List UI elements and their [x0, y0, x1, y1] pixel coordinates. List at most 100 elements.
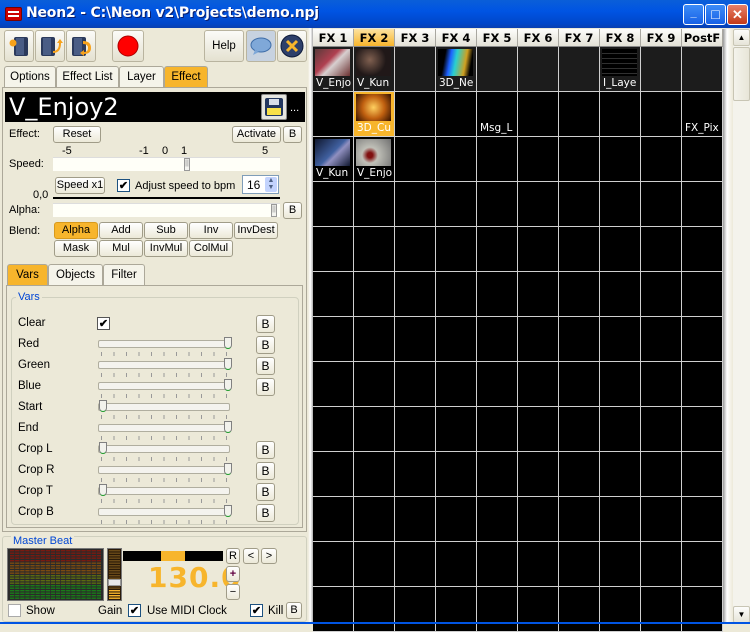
- scroll-thumb[interactable]: [733, 47, 750, 101]
- column-header[interactable]: FX 8: [600, 29, 641, 47]
- grid-cell[interactable]: [354, 497, 395, 542]
- grid-cell[interactable]: [682, 317, 723, 362]
- var-b-button[interactable]: B: [256, 483, 275, 501]
- subtab-vars[interactable]: Vars: [7, 264, 48, 285]
- kill-checkbox[interactable]: ✔: [250, 604, 263, 617]
- slider-thumb[interactable]: [224, 379, 232, 391]
- beat-reset-button[interactable]: R: [226, 548, 240, 564]
- var-slider-crop-t[interactable]: [98, 484, 230, 507]
- subtab-filter[interactable]: Filter: [103, 264, 145, 285]
- grid-cell[interactable]: [641, 47, 682, 92]
- grid-cell[interactable]: [600, 182, 641, 227]
- gain-slider-thumb[interactable]: [108, 579, 121, 586]
- grid-cell[interactable]: [395, 407, 436, 452]
- slider-thumb[interactable]: [224, 505, 232, 517]
- grid-cell[interactable]: [436, 362, 477, 407]
- grid-cell[interactable]: [641, 272, 682, 317]
- var-checkbox-clear[interactable]: ✔: [97, 317, 110, 330]
- grid-cell[interactable]: [518, 362, 559, 407]
- grid-cell[interactable]: [600, 542, 641, 587]
- blend-invmul-button[interactable]: InvMul: [144, 240, 188, 257]
- kill-b-button[interactable]: B: [286, 602, 302, 619]
- grid-cell[interactable]: [395, 497, 436, 542]
- blend-inv-button[interactable]: Inv: [189, 222, 233, 239]
- grid-cell[interactable]: [682, 227, 723, 272]
- grid-cell[interactable]: [600, 407, 641, 452]
- slider-track[interactable]: [98, 445, 230, 453]
- subtab-objects[interactable]: Objects: [48, 264, 103, 285]
- grid-cell[interactable]: [354, 317, 395, 362]
- grid-cell[interactable]: [313, 542, 354, 587]
- grid-cell[interactable]: [354, 227, 395, 272]
- grid-cell[interactable]: [436, 587, 477, 632]
- grid-cell[interactable]: [313, 272, 354, 317]
- slider-track[interactable]: [98, 403, 230, 411]
- slider-track[interactable]: [98, 382, 230, 390]
- grid-cell[interactable]: [436, 407, 477, 452]
- grid-cell[interactable]: [436, 137, 477, 182]
- grid-cell[interactable]: [518, 452, 559, 497]
- grid-cell[interactable]: [436, 542, 477, 587]
- grid-cell[interactable]: [518, 182, 559, 227]
- bpm-decrease-button[interactable]: −: [226, 584, 240, 600]
- grid-cell[interactable]: [600, 272, 641, 317]
- var-slider-crop-l[interactable]: [98, 442, 230, 465]
- gain-meter[interactable]: [107, 548, 122, 601]
- grid-cell[interactable]: [559, 362, 600, 407]
- show-checkbox[interactable]: [8, 604, 21, 617]
- tab-effect[interactable]: Effect: [164, 66, 208, 87]
- clip-slot[interactable]: Msg_L: [477, 92, 517, 136]
- grid-cell[interactable]: [477, 587, 518, 632]
- grid-cell[interactable]: [682, 452, 723, 497]
- var-b-button[interactable]: B: [256, 441, 275, 459]
- grid-cell[interactable]: [641, 362, 682, 407]
- grid-cell[interactable]: [641, 407, 682, 452]
- var-slider-green[interactable]: [98, 358, 232, 381]
- grid-cell[interactable]: [518, 272, 559, 317]
- clip-slot[interactable]: V_Enjo: [313, 47, 353, 91]
- grid-cell[interactable]: [641, 182, 682, 227]
- adjust-bpm-checkbox[interactable]: ✔: [117, 179, 130, 192]
- clip-slot[interactable]: 3D_Ne: [436, 47, 476, 91]
- slider-track[interactable]: [98, 340, 230, 348]
- grid-cell[interactable]: [436, 182, 477, 227]
- grid-cell[interactable]: [436, 92, 477, 137]
- scroll-up-arrow-icon[interactable]: ▲: [733, 29, 750, 46]
- grid-cell[interactable]: [477, 407, 518, 452]
- grid-cell[interactable]: [313, 362, 354, 407]
- grid-cell[interactable]: [477, 317, 518, 362]
- var-slider-crop-b[interactable]: [98, 505, 232, 528]
- grid-cell[interactable]: [395, 452, 436, 497]
- blend-sub-button[interactable]: Sub: [144, 222, 188, 239]
- grid-cell[interactable]: [641, 452, 682, 497]
- grid-cell[interactable]: [559, 542, 600, 587]
- vertical-scrollbar[interactable]: ▲ ▼: [733, 29, 750, 624]
- grid-cell[interactable]: [395, 227, 436, 272]
- grid-cell[interactable]: [477, 497, 518, 542]
- slider-track[interactable]: [98, 487, 230, 495]
- var-b-button[interactable]: B: [256, 336, 275, 354]
- var-slider-start[interactable]: [98, 400, 230, 423]
- maximize-button[interactable]: □: [705, 4, 726, 25]
- var-slider-crop-r[interactable]: [98, 463, 232, 486]
- column-header[interactable]: FX 4: [436, 29, 477, 47]
- grid-cell[interactable]: [559, 92, 600, 137]
- slider-thumb[interactable]: [224, 337, 232, 349]
- var-b-button[interactable]: B: [256, 378, 275, 396]
- beat-next-button[interactable]: >: [261, 548, 277, 564]
- tab-options[interactable]: Options: [4, 66, 56, 87]
- grid-cell[interactable]: [682, 47, 723, 92]
- slider-thumb[interactable]: [224, 463, 232, 475]
- column-header[interactable]: FX 6: [518, 29, 559, 47]
- grid-cell[interactable]: [477, 452, 518, 497]
- grid-cell[interactable]: [600, 227, 641, 272]
- grid-cell[interactable]: [518, 587, 559, 632]
- clip-slot[interactable]: 3D_Cu: [354, 92, 394, 136]
- help-button[interactable]: Help: [204, 30, 244, 62]
- grid-cell[interactable]: [313, 587, 354, 632]
- slider-track[interactable]: [98, 424, 230, 432]
- alpha-slider[interactable]: ||: [53, 203, 280, 217]
- grid-cell[interactable]: [395, 92, 436, 137]
- grid-cell[interactable]: [559, 587, 600, 632]
- grid-cell[interactable]: [436, 272, 477, 317]
